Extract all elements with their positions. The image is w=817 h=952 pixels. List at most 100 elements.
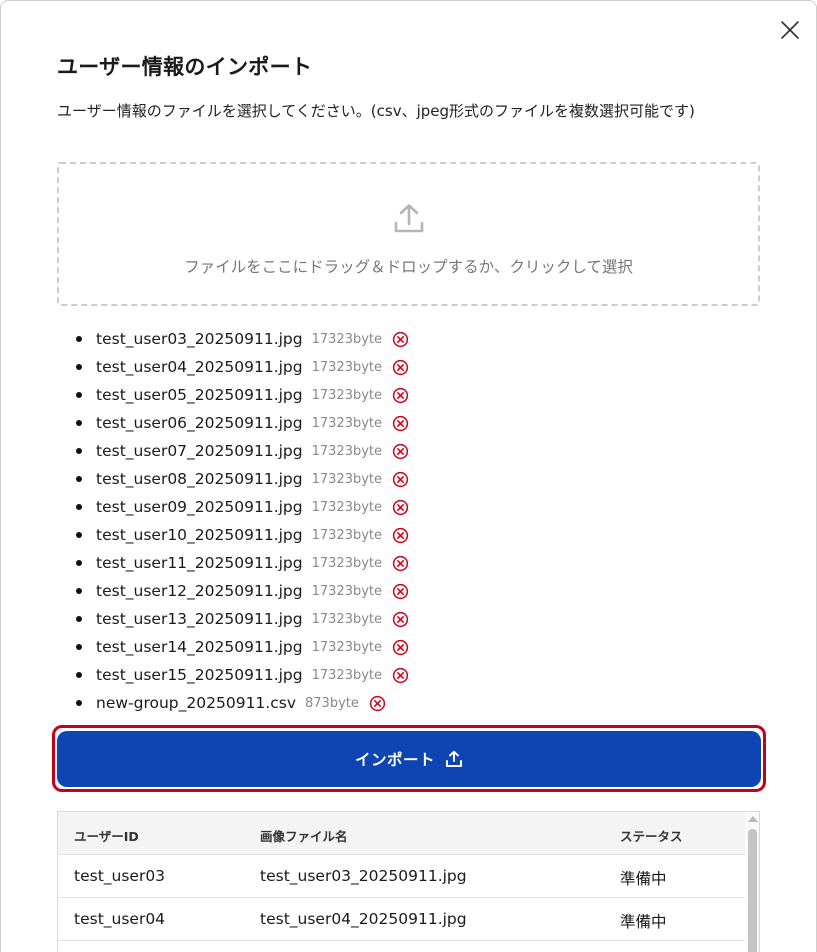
remove-circle-icon <box>392 499 409 515</box>
scroll-up-arrow-icon[interactable] <box>748 816 758 822</box>
file-list-item: test_user04_20250911.jpg 17323byte <box>76 353 409 381</box>
bullet <box>76 672 82 678</box>
upload-icon <box>445 750 463 768</box>
remove-file-button[interactable] <box>392 583 409 600</box>
dialog-description: ユーザー情報のファイルを選択してください。(csv、jpeg形式のファイルを複数… <box>57 102 695 120</box>
close-button[interactable] <box>777 17 803 43</box>
file-size: 17323byte <box>311 387 383 403</box>
file-list-item: test_user08_20250911.jpg 17323byte <box>76 465 409 493</box>
file-size: 17323byte <box>311 331 383 347</box>
scrollbar-thumb[interactable] <box>748 829 757 952</box>
file-list-item: test_user11_20250911.jpg 17323byte <box>76 549 409 577</box>
file-size: 17323byte <box>311 499 383 515</box>
bullet <box>76 448 82 454</box>
remove-file-button[interactable] <box>392 471 409 488</box>
file-name: test_user05_20250911.jpg <box>96 386 303 404</box>
import-status-table: ユーザーID 画像ファイル名 ステータス test_user03 test_use… <box>57 811 760 952</box>
file-size: 17323byte <box>311 415 383 431</box>
dialog-title: ユーザー情報のインポート <box>57 55 313 79</box>
file-name: test_user15_20250911.jpg <box>96 666 303 684</box>
remove-file-button[interactable] <box>392 555 409 572</box>
import-dialog: ユーザー情報のインポート ユーザー情報のファイルを選択してください。(csv、j… <box>0 0 817 952</box>
cell-status: 準備中 <box>620 913 667 931</box>
file-name: test_user06_20250911.jpg <box>96 414 303 432</box>
bullet <box>76 532 82 538</box>
remove-circle-icon <box>392 443 409 459</box>
remove-circle-icon <box>369 695 386 711</box>
remove-circle-icon <box>392 387 409 403</box>
column-header-image-file-name: 画像ファイル名 <box>260 829 348 844</box>
file-list-item: test_user03_20250911.jpg 17323byte <box>76 325 409 353</box>
file-name: test_user07_20250911.jpg <box>96 442 303 460</box>
file-name: test_user09_20250911.jpg <box>96 498 303 516</box>
remove-circle-icon <box>392 359 409 375</box>
bullet <box>76 476 82 482</box>
remove-file-button[interactable] <box>392 359 409 376</box>
remove-circle-icon <box>392 527 409 543</box>
bullet <box>76 700 82 706</box>
bullet <box>76 504 82 510</box>
remove-file-button[interactable] <box>392 499 409 516</box>
remove-file-button[interactable] <box>392 331 409 348</box>
table-row: test_user03 test_user03_20250911.jpg 準備中 <box>58 855 745 898</box>
file-name: test_user08_20250911.jpg <box>96 470 303 488</box>
bullet <box>76 644 82 650</box>
import-button[interactable]: インポート <box>57 731 761 787</box>
remove-circle-icon <box>392 415 409 431</box>
remove-circle-icon <box>392 555 409 571</box>
table-row: test_user04 test_user04_20250911.jpg 準備中 <box>58 898 745 941</box>
file-list-item: test_user07_20250911.jpg 17323byte <box>76 437 409 465</box>
remove-circle-icon <box>392 583 409 599</box>
file-list-item: new-group_20250911.csv 873byte <box>76 689 409 717</box>
remove-circle-icon <box>392 611 409 627</box>
bullet <box>76 588 82 594</box>
file-size: 17323byte <box>311 471 383 487</box>
file-list-item: test_user13_20250911.jpg 17323byte <box>76 605 409 633</box>
file-list-item: test_user10_20250911.jpg 17323byte <box>76 521 409 549</box>
remove-file-button[interactable] <box>392 667 409 684</box>
bullet <box>76 420 82 426</box>
file-list-item: test_user05_20250911.jpg 17323byte <box>76 381 409 409</box>
file-size: 17323byte <box>311 639 383 655</box>
file-name: new-group_20250911.csv <box>96 694 296 712</box>
file-dropzone[interactable]: ファイルをここにドラッグ＆ドロップするか、クリックして選択 <box>57 162 760 306</box>
cell-user-id: test_user04 <box>74 910 166 928</box>
cell-image-file-name: test_user03_20250911.jpg <box>260 867 467 885</box>
remove-file-button[interactable] <box>392 387 409 404</box>
remove-file-button[interactable] <box>369 695 386 712</box>
file-list-item: test_user12_20250911.jpg 17323byte <box>76 577 409 605</box>
dropzone-text: ファイルをここにドラッグ＆ドロップするか、クリックして選択 <box>184 258 633 276</box>
remove-file-button[interactable] <box>392 527 409 544</box>
table-scrollbar[interactable] <box>745 812 759 952</box>
file-size: 17323byte <box>311 555 383 571</box>
file-name: test_user04_20250911.jpg <box>96 358 303 376</box>
remove-circle-icon <box>392 639 409 655</box>
file-list-item: test_user14_20250911.jpg 17323byte <box>76 633 409 661</box>
file-list-item: test_user06_20250911.jpg 17323byte <box>76 409 409 437</box>
file-size: 17323byte <box>311 583 383 599</box>
file-size: 17323byte <box>311 527 383 543</box>
remove-file-button[interactable] <box>392 611 409 628</box>
file-size: 17323byte <box>311 611 383 627</box>
import-button-label: インポート <box>354 751 435 769</box>
cell-image-file-name: test_user04_20250911.jpg <box>260 910 467 928</box>
column-header-user-id: ユーザーID <box>74 829 139 844</box>
remove-circle-icon <box>392 471 409 487</box>
remove-circle-icon <box>392 331 409 347</box>
remove-file-button[interactable] <box>392 443 409 460</box>
upload-icon <box>394 204 424 233</box>
file-size: 17323byte <box>311 667 383 683</box>
file-name: test_user03_20250911.jpg <box>96 330 303 348</box>
remove-circle-icon <box>392 667 409 683</box>
file-name: test_user14_20250911.jpg <box>96 638 303 656</box>
file-size: 17323byte <box>311 359 383 375</box>
file-list-item: test_user15_20250911.jpg 17323byte <box>76 661 409 689</box>
table-header: ユーザーID 画像ファイル名 ステータス <box>58 812 745 855</box>
remove-file-button[interactable] <box>392 639 409 656</box>
remove-file-button[interactable] <box>392 415 409 432</box>
bullet <box>76 392 82 398</box>
selected-file-list: test_user03_20250911.jpg 17323byte test_us… <box>76 325 409 717</box>
bullet <box>76 336 82 342</box>
table-row <box>58 941 745 952</box>
file-name: test_user13_20250911.jpg <box>96 610 303 628</box>
